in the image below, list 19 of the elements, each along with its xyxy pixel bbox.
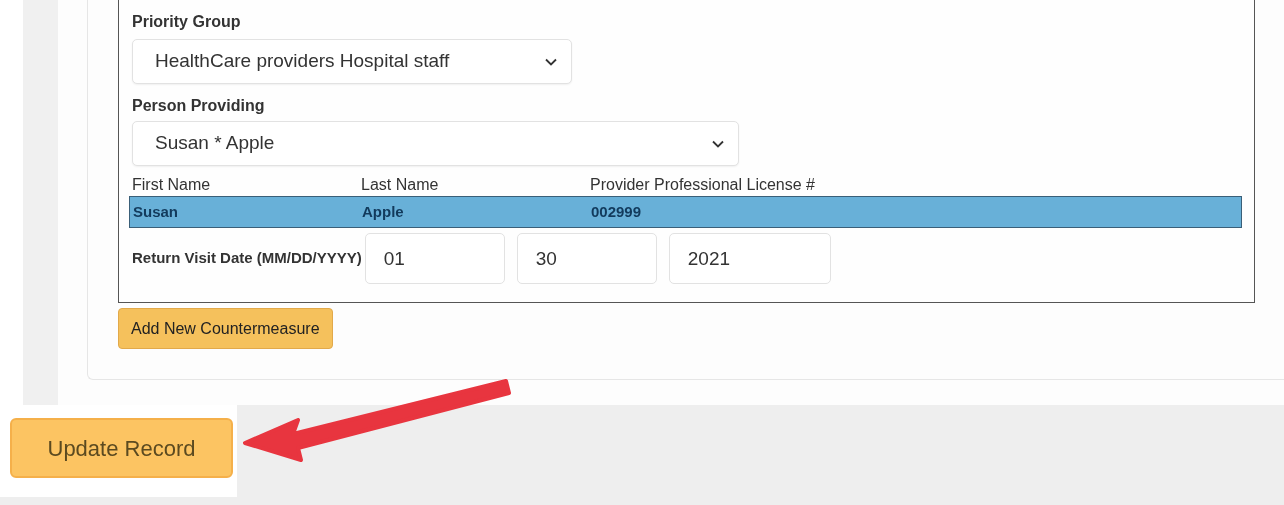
- input-field[interactable]: 30: [516, 233, 657, 284]
- add-countermeasure-button[interactable]: Add New Countermeasure: [118, 308, 333, 349]
- table-cell-text: Apple: [362, 201, 405, 222]
- select-field[interactable]: Susan * Apple: [132, 121, 739, 166]
- field-label: Person Providing: [132, 96, 266, 116]
- chevron-down-icon: [545, 57, 557, 66]
- field-label: Priority Group: [132, 12, 242, 32]
- input-field[interactable]: 01: [364, 233, 505, 284]
- select-field[interactable]: HealthCare providers Hospital staff: [132, 39, 572, 84]
- column-header: First Name: [132, 175, 212, 195]
- update-record-button[interactable]: Update Record: [10, 418, 233, 478]
- table-row[interactable]: Susan Apple 002999: [129, 196, 1242, 228]
- column-header: Last Name: [361, 175, 440, 195]
- field-label: Return Visit Date (MM/DD/YYYY): [132, 248, 362, 269]
- chevron-down-icon: [712, 139, 724, 148]
- table-cell-text: Susan: [133, 201, 179, 222]
- table-cell-text: 002999: [591, 201, 642, 222]
- column-header: Provider Professional License #: [590, 175, 815, 195]
- input-field[interactable]: 2021: [668, 233, 831, 284]
